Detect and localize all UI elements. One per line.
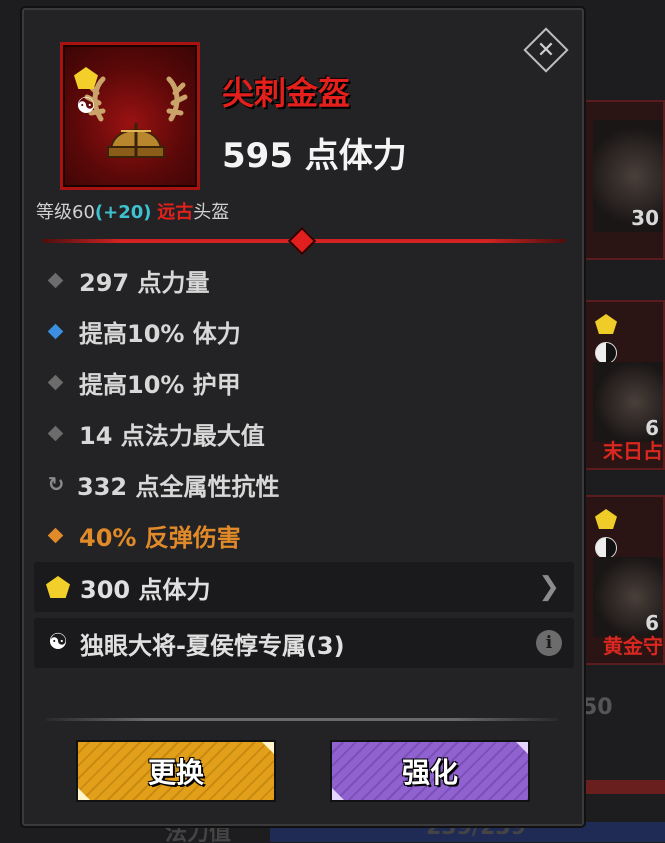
- helmet-icon: [84, 76, 188, 158]
- yin-yang-icon: [595, 537, 617, 559]
- socket-row[interactable]: 300 点体力 ❯: [34, 562, 574, 612]
- gem-icon: [595, 314, 617, 334]
- corner-ornament: [332, 788, 344, 800]
- set-bonus-text: 独眼大将-夏侯惇专属(3): [80, 631, 345, 660]
- affix-text: 40% 反弹伤害: [79, 523, 241, 552]
- replace-button[interactable]: 更换: [76, 740, 276, 802]
- card-number: 30: [631, 206, 659, 230]
- background-card-3[interactable]: 6 黄金守: [583, 495, 665, 665]
- diamond-bullet-icon: [47, 323, 64, 339]
- enhance-button[interactable]: 强化: [330, 740, 530, 802]
- affix-text: 297 点力量: [79, 268, 210, 297]
- replace-button-label: 更换: [147, 756, 204, 789]
- close-button[interactable]: ✕: [522, 26, 570, 74]
- info-icon[interactable]: i: [536, 630, 562, 656]
- close-icon: ✕: [536, 37, 556, 63]
- affix-row: 提高10% 体力: [46, 311, 241, 351]
- yin-yang-icon: ☯: [48, 630, 68, 655]
- card-name: 黄金守: [603, 634, 663, 658]
- socket-text: 300 点体力: [80, 575, 211, 604]
- set-bonus-row[interactable]: ☯ 独眼大将-夏侯惇专属(3) i: [34, 618, 574, 668]
- background-value: 50: [582, 695, 613, 720]
- affix-row: 提高10% 护甲: [46, 362, 241, 402]
- footer-divider: [46, 718, 558, 721]
- item-quality: 远古: [157, 202, 194, 223]
- affix-row: ↻ 332 点全属性抗性: [46, 464, 280, 504]
- item-level-line: 等级60(+20) 远古头盔: [36, 198, 229, 224]
- yin-yang-icon: ☯: [76, 94, 96, 119]
- diamond-bullet-icon: [47, 527, 64, 543]
- chevron-right-icon[interactable]: ❯: [538, 572, 560, 602]
- item-slot: 头盔: [193, 202, 230, 223]
- background-bar: [583, 780, 665, 794]
- affix-row: 297 点力量: [46, 260, 209, 300]
- gem-icon: [74, 67, 98, 89]
- item-level: 等级60: [36, 202, 95, 223]
- corner-ornament: [78, 788, 90, 800]
- affix-row: 14 点法力最大值: [46, 413, 265, 453]
- gem-icon: [46, 576, 70, 598]
- item-tooltip-panel: ☯ 尖刺金盔 595 点体力 等级60(+20) 远古头盔 ✕ 297 点力量 …: [22, 8, 584, 826]
- divider-diamond-icon: [287, 226, 317, 256]
- diamond-bullet-icon: [47, 425, 64, 441]
- yin-yang-icon: [595, 342, 617, 364]
- affix-text: 提高10% 体力: [79, 319, 241, 348]
- item-name: 尖刺金盔: [222, 74, 351, 112]
- reroll-icon: ↻: [47, 472, 65, 496]
- background-card-2[interactable]: 6 末日占: [583, 300, 665, 470]
- card-name: 末日占: [603, 439, 663, 463]
- background-card-1[interactable]: 30: [583, 100, 665, 260]
- diamond-bullet-icon: [47, 272, 64, 288]
- item-main-stat: 595 点体力: [222, 136, 407, 176]
- affix-text: 提高10% 护甲: [79, 370, 241, 399]
- affix-text: 14 点法力最大值: [79, 421, 265, 450]
- corner-ornament: [262, 742, 274, 754]
- item-level-bonus: (+20): [94, 202, 152, 223]
- affix-text: 332 点全属性抗性: [77, 472, 280, 501]
- item-icon-frame: ☯: [60, 42, 200, 190]
- gem-icon: [595, 509, 617, 529]
- enhance-button-label: 强化: [401, 756, 458, 789]
- corner-ornament: [516, 742, 528, 754]
- diamond-bullet-icon: [47, 374, 64, 390]
- affix-row: 40% 反弹伤害: [46, 515, 241, 555]
